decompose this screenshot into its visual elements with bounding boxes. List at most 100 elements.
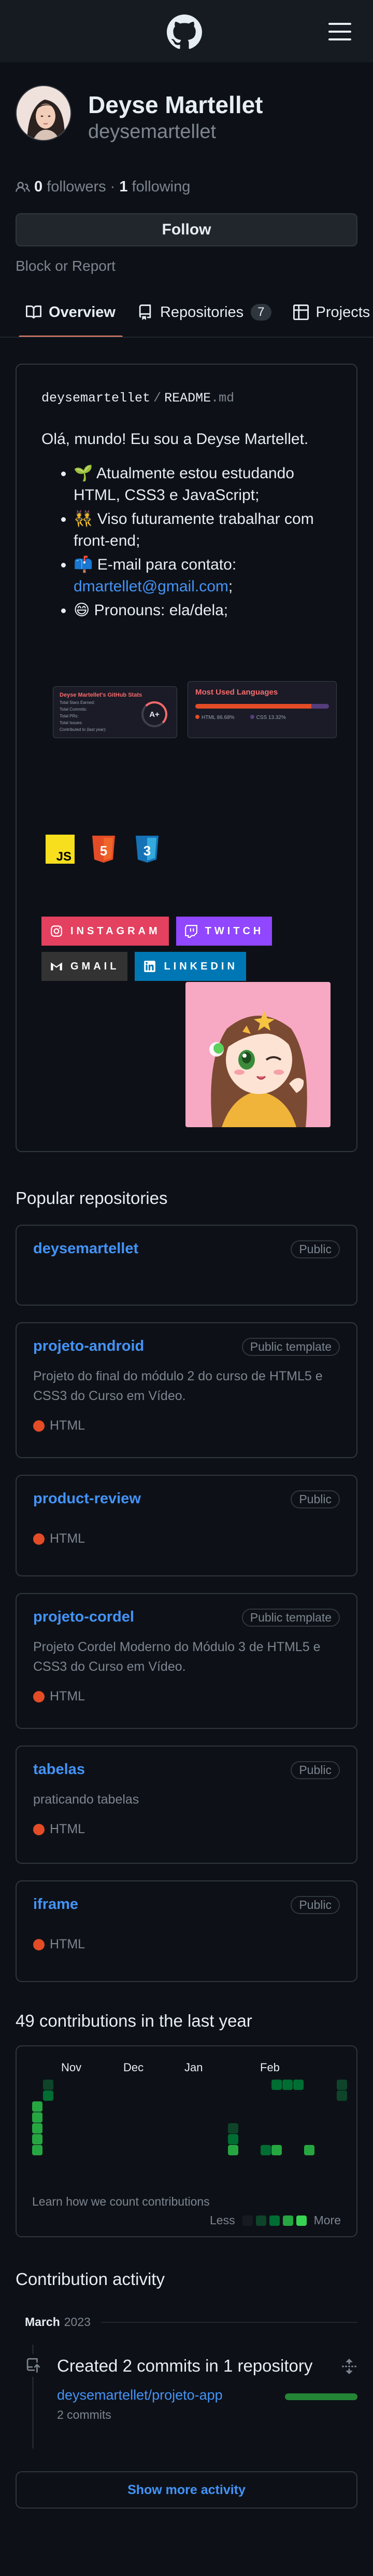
repo-card: iframe Public HTML: [16, 1880, 357, 1982]
html5-icon: 5: [89, 835, 118, 864]
contribution-cell[interactable]: [271, 2145, 282, 2155]
email-link[interactable]: dmartellet@gmail.com: [74, 578, 228, 595]
github-mark-icon[interactable]: [167, 15, 202, 50]
tech-icons: JS 5 3: [46, 835, 162, 864]
separator-dot: ·: [110, 178, 116, 195]
tab-overview-label: Overview: [49, 303, 116, 321]
month-label: Nov: [61, 2061, 82, 2074]
lang-legend-html: HTML 86.68%: [195, 715, 235, 721]
stats-row: Total PRs:: [60, 714, 79, 718]
avatar[interactable]: [16, 85, 71, 141]
contribution-cell[interactable]: [337, 2090, 347, 2101]
profile-tabs: Overview Repositories 7 Projects: [0, 288, 373, 338]
tab-overview[interactable]: Overview: [19, 288, 123, 337]
readme-intro: Olá, mundo! Eu sou a Deyse Martellet.: [41, 431, 309, 448]
people-icon: [16, 181, 30, 192]
repo-language: HTML: [33, 1822, 340, 1837]
repo-card: projeto-android Public template Projeto …: [16, 1322, 357, 1458]
instagram-badge[interactable]: INSTAGRAM: [41, 917, 169, 946]
contribution-cell[interactable]: [32, 2123, 42, 2134]
repo-visibility-badge: Public: [291, 1490, 340, 1508]
javascript-icon: JS: [46, 835, 75, 864]
readme-item-future: 👯 Viso futuramente trabalhar com front-e…: [74, 508, 332, 552]
contribution-cell[interactable]: [43, 2090, 53, 2101]
stats-card-title: Deyse Martellet's GitHub Stats: [60, 692, 142, 698]
legend-cell: [296, 2215, 307, 2226]
learn-contributions-link[interactable]: Learn how we count contributions: [32, 2195, 210, 2209]
activity-repo-link[interactable]: deysemartellet/projeto-app: [57, 2387, 223, 2403]
contribution-cell[interactable]: [337, 2080, 347, 2090]
month-label: Jan: [184, 2061, 203, 2074]
contribution-cell[interactable]: [32, 2101, 42, 2112]
contribution-cell[interactable]: [228, 2134, 238, 2144]
repositories-count-badge: 7: [251, 304, 271, 321]
block-report-link[interactable]: Block or Report: [16, 258, 357, 274]
legend-less: Less: [210, 2213, 235, 2227]
show-more-activity-button[interactable]: Show more activity: [16, 2471, 357, 2509]
username: deysemartellet: [88, 121, 217, 143]
readme-path-file[interactable]: README: [164, 391, 211, 406]
contribution-cell[interactable]: [271, 2080, 282, 2090]
follow-stats: 0 followers · 1 following: [16, 178, 357, 196]
contribution-cell[interactable]: [43, 2080, 53, 2090]
month-label: Feb: [260, 2061, 280, 2074]
legend-cell: [242, 2215, 253, 2226]
popular-repos-title: Popular repositories: [16, 1188, 168, 1208]
contribution-cell[interactable]: [32, 2145, 42, 2155]
hamburger-menu-icon[interactable]: [328, 23, 351, 40]
stats-grade: A+: [141, 701, 167, 727]
lang-bar-html: [195, 704, 311, 709]
following-link[interactable]: 1 following: [119, 178, 190, 196]
instagram-icon: [51, 925, 62, 937]
legend-cell: [282, 2215, 293, 2226]
repo-visibility-badge: Public: [291, 1761, 340, 1779]
lang-legend-css: CSS 13.32%: [250, 715, 286, 721]
repo-language: HTML: [33, 1937, 340, 1952]
gmail-badge[interactable]: GMAIL: [41, 952, 128, 981]
contribution-cell[interactable]: [32, 2134, 42, 2144]
activity-month-header: March 2023: [25, 2315, 357, 2329]
repo-visibility-badge: Public template: [241, 1609, 340, 1627]
unfold-icon[interactable]: [341, 2358, 357, 2375]
follow-button[interactable]: Follow: [16, 213, 357, 246]
linkedin-badge[interactable]: LINKEDIN: [135, 952, 246, 981]
readme-item-email: 📫 E-mail para contato:dmartellet@gmail.c…: [74, 554, 332, 598]
stats-row: Total Commits:: [60, 707, 87, 712]
tab-repositories-label: Repositories: [160, 303, 244, 321]
contribution-cell[interactable]: [282, 2080, 293, 2090]
repo-language: HTML: [33, 1689, 340, 1704]
contribution-cell[interactable]: [228, 2145, 238, 2155]
repo-description: praticando tabelas: [33, 1792, 139, 1807]
repo-card: product-review Public HTML: [16, 1475, 357, 1576]
css3-icon: 3: [133, 835, 162, 864]
lang-bar: [195, 704, 329, 709]
contribution-cell[interactable]: [304, 2145, 314, 2155]
profile-readme: deysemartellet / README.md Olá, mundo! Eu …: [16, 364, 357, 1152]
svg-text:5: 5: [100, 843, 107, 858]
repo-card: deysemartellet Public: [16, 1225, 357, 1306]
contribution-cell[interactable]: [261, 2145, 271, 2155]
activity-commits-link[interactable]: 2 commits: [57, 2408, 111, 2422]
activity-year: 2023: [64, 2315, 91, 2329]
repo-card: tabelas Public praticando tabelas HTML: [16, 1746, 357, 1864]
tab-repositories[interactable]: Repositories 7: [137, 288, 271, 337]
readme-item-pronouns: 😄 Pronouns: ela/dela;: [74, 600, 332, 621]
twitch-badge[interactable]: TWITCH: [176, 917, 272, 946]
readme-path-user[interactable]: deysemartellet: [41, 391, 150, 406]
contribution-cell[interactable]: [32, 2112, 42, 2123]
repo-visibility-badge: Public: [291, 1240, 340, 1258]
contribution-activity-title: Contribution activity: [16, 2269, 165, 2289]
contribution-cell[interactable]: [293, 2080, 304, 2090]
contributions-title: 49 contributions in the last year: [16, 2011, 252, 2030]
lang-legend: HTML 86.68% CSS 13.32%: [195, 715, 329, 721]
anime-girl-gif: [185, 982, 331, 1127]
contribution-graph: Nov Dec Jan Feb Learn how we count contr…: [16, 2045, 357, 2237]
repo-description: Projeto Cordel Moderno do Módulo 3 de HT…: [33, 1640, 321, 1674]
tab-projects[interactable]: Projects: [293, 288, 370, 337]
readme-list: 🌱 Atualmente estou estudando HTML, CSS3 …: [74, 463, 332, 621]
linkedin-icon: [144, 961, 156, 972]
contribution-legend: Less More: [210, 2213, 341, 2227]
followers-link[interactable]: 0 followers: [34, 178, 106, 196]
contribution-cell[interactable]: [228, 2123, 238, 2134]
top-bar: [0, 0, 373, 62]
